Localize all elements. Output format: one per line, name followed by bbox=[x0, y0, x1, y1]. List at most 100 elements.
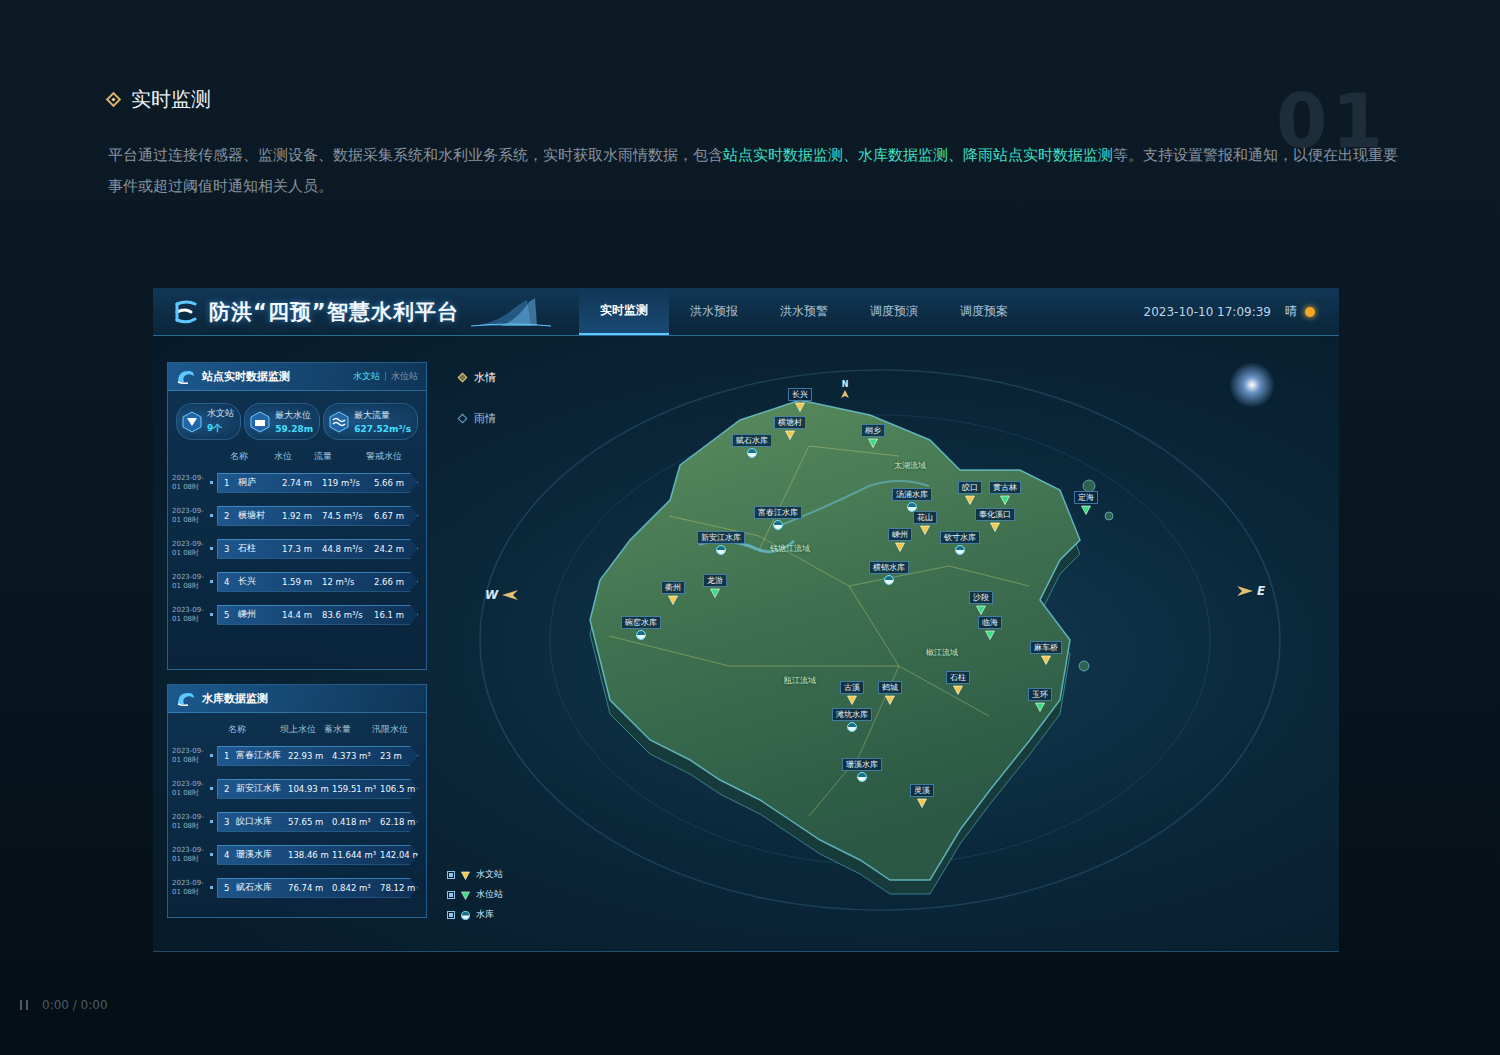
row-name: 富春江水库 bbox=[236, 750, 288, 762]
stat-value: 59.28m bbox=[275, 424, 313, 434]
stat-text: 最大水位59.28m bbox=[275, 410, 313, 434]
table-row[interactable]: 2023-09-01 08时3石柱17.3 m44.8 m³/s24.2 m bbox=[168, 532, 426, 565]
row-level: 17.3 m bbox=[282, 544, 322, 554]
map-pin[interactable]: 定海 bbox=[1074, 491, 1098, 515]
map-pin[interactable]: 龙游 bbox=[703, 574, 727, 598]
hydro-station-icon bbox=[668, 595, 678, 605]
map-pin[interactable]: 汤浦水库 bbox=[892, 488, 932, 512]
legend-item[interactable]: 水库 bbox=[447, 909, 503, 921]
pin-label: 新安江水库 bbox=[697, 531, 745, 544]
legend-item[interactable]: 水文站 bbox=[447, 869, 503, 881]
header-status: 2023-10-10 17:09:39 晴 bbox=[1144, 303, 1339, 320]
map-pin[interactable]: 麻车桥 bbox=[1030, 641, 1062, 665]
map-pin[interactable]: 桐乡 bbox=[861, 424, 885, 448]
map-pin[interactable]: 碗窑水库 bbox=[621, 616, 661, 640]
map-pin[interactable]: 钦寸水库 bbox=[940, 531, 980, 555]
stat-text: 最大流量627.52m³/s bbox=[354, 410, 411, 434]
table-row[interactable]: 2023-09-01 08时1富春江水库22.93 m4.373 m³23 m bbox=[168, 739, 426, 772]
pin-label: 临海 bbox=[978, 616, 1002, 629]
row-level: 22.93 m bbox=[288, 751, 332, 761]
player-time: 0:00 / 0:00 bbox=[42, 998, 108, 1012]
dashboard-header: 防洪“四预”智慧水利平台实时监测洪水预报洪水预警调度预演调度预案2023-10-… bbox=[153, 288, 1339, 336]
pin-label: 赋石水库 bbox=[732, 434, 772, 447]
map-legend: 水文站水位站水库 bbox=[447, 869, 503, 921]
row-bar: 3石柱17.3 m44.8 m³/s24.2 m bbox=[217, 539, 418, 559]
row-dot bbox=[210, 754, 213, 757]
table-row[interactable]: 2023-09-01 08时3皎口水库57.65 m0.418 m³62.18 … bbox=[168, 805, 426, 838]
row-dot bbox=[210, 886, 213, 889]
table-row[interactable]: 2023-09-01 08时2新安江水库104.93 m159.51 m³106… bbox=[168, 772, 426, 805]
row-dot bbox=[210, 787, 213, 790]
panel-tabs: 水文站水位站 bbox=[353, 371, 418, 383]
nav-tab[interactable]: 调度预案 bbox=[939, 288, 1029, 335]
row-index: 4 bbox=[224, 577, 238, 587]
map-pin[interactable]: 黄古林 bbox=[989, 481, 1021, 505]
map-pin[interactable]: 横锦水库 bbox=[869, 561, 909, 585]
map-pin[interactable]: 灵溪 bbox=[910, 784, 934, 808]
hydro-station-icon bbox=[895, 542, 905, 552]
pin-label: 碗窑水库 bbox=[621, 616, 661, 629]
panel-tab[interactable]: 水位站 bbox=[391, 371, 418, 383]
map-pin[interactable]: 富春江水库 bbox=[754, 506, 802, 530]
datetime: 2023-10-10 17:09:39 bbox=[1144, 305, 1271, 319]
table-row[interactable]: 2023-09-01 08时1桐庐2.74 m119 m³/s5.66 m bbox=[168, 466, 426, 499]
map-pin[interactable]: 石柱 bbox=[946, 671, 970, 695]
pause-icon[interactable] bbox=[20, 1000, 28, 1010]
layer-toggle[interactable]: 雨情 bbox=[459, 411, 496, 426]
pin-label: 黄古林 bbox=[989, 481, 1021, 494]
row-dot bbox=[210, 547, 213, 550]
table-row[interactable]: 2023-09-01 08时4珊溪水库138.46 m11.644 m³142.… bbox=[168, 838, 426, 871]
map-pin[interactable]: 鹤城 bbox=[878, 681, 902, 705]
hydro-station-icon bbox=[920, 525, 930, 535]
map-pin[interactable]: 滩坑水库 bbox=[832, 708, 872, 732]
table-row[interactable]: 2023-09-01 08时4长兴1.59 m12 m³/s2.66 m bbox=[168, 565, 426, 598]
map-pin[interactable]: 衢州 bbox=[661, 581, 685, 605]
section-number-watermark: 01 bbox=[1276, 78, 1387, 164]
map-pin[interactable]: 新安江水库 bbox=[697, 531, 745, 555]
row-limit: 62.18 m bbox=[380, 817, 415, 827]
nav-tab[interactable]: 洪水预报 bbox=[669, 288, 759, 335]
hydro-station-icon bbox=[795, 402, 805, 412]
table-row[interactable]: 2023-09-01 08时5赋石水库76.74 m0.842 m³78.12 … bbox=[168, 871, 426, 904]
row-dot bbox=[210, 514, 213, 517]
map-pin[interactable]: 玉环 bbox=[1028, 688, 1052, 712]
map-pin[interactable]: 长兴 bbox=[788, 388, 812, 412]
pin-label: 麻车桥 bbox=[1030, 641, 1062, 654]
weather: 晴 bbox=[1285, 303, 1315, 320]
row-limit: 23 m bbox=[380, 751, 405, 761]
nav-tab[interactable]: 洪水预警 bbox=[759, 288, 849, 335]
description-text: 平台通过连接传感器、监测设备、数据采集系统和水利业务系统，实时获取水雨情数据，包… bbox=[108, 147, 723, 163]
map-pin[interactable]: 沙段 bbox=[969, 591, 993, 615]
map-pin[interactable]: 皎口 bbox=[958, 481, 982, 505]
row-date: 2023-09-01 08时 bbox=[172, 813, 206, 831]
map-pin[interactable]: 临海 bbox=[978, 616, 1002, 640]
layer-toggle[interactable]: 水情 bbox=[459, 370, 496, 385]
hydro-station-icon bbox=[953, 685, 963, 695]
map-pin[interactable]: 珊溪水库 bbox=[842, 758, 882, 782]
legend-item[interactable]: 水位站 bbox=[447, 889, 503, 901]
basin-label: 瓯江流域 bbox=[784, 675, 816, 686]
map-pin[interactable]: 嵊州 bbox=[888, 528, 912, 552]
panel-tab[interactable]: 水文站 bbox=[353, 371, 380, 383]
map-pin[interactable]: 赋石水库 bbox=[732, 434, 772, 458]
table-row[interactable]: 2023-09-01 08时5嵊州14.4 m83.6 m³/s16.1 m bbox=[168, 598, 426, 631]
row-date: 2023-09-01 08时 bbox=[172, 474, 206, 492]
row-name: 桐庐 bbox=[238, 477, 282, 489]
nav-tab[interactable]: 实时监测 bbox=[579, 288, 669, 335]
level-station-icon bbox=[1035, 702, 1045, 712]
column-header: 坝上水位 bbox=[280, 724, 324, 736]
map-pin[interactable]: 横塘村 bbox=[774, 416, 806, 440]
map-pin[interactable]: 古溪 bbox=[840, 681, 864, 705]
map-pin[interactable]: 花山 bbox=[913, 511, 937, 535]
nav-tab[interactable]: 调度预演 bbox=[849, 288, 939, 335]
legend-checkbox[interactable] bbox=[447, 891, 455, 899]
row-name: 赋石水库 bbox=[236, 882, 288, 894]
legend-checkbox[interactable] bbox=[447, 911, 455, 919]
map-pin[interactable]: 奉化溪口 bbox=[975, 508, 1015, 532]
pin-label: 长兴 bbox=[788, 388, 812, 401]
logo-icon bbox=[173, 299, 199, 325]
table-row[interactable]: 2023-09-01 08时2横塘村1.92 m74.5 m³/s6.67 m bbox=[168, 499, 426, 532]
pin-label: 灵溪 bbox=[910, 784, 934, 797]
row-level: 14.4 m bbox=[282, 610, 322, 620]
legend-checkbox[interactable] bbox=[447, 871, 455, 879]
